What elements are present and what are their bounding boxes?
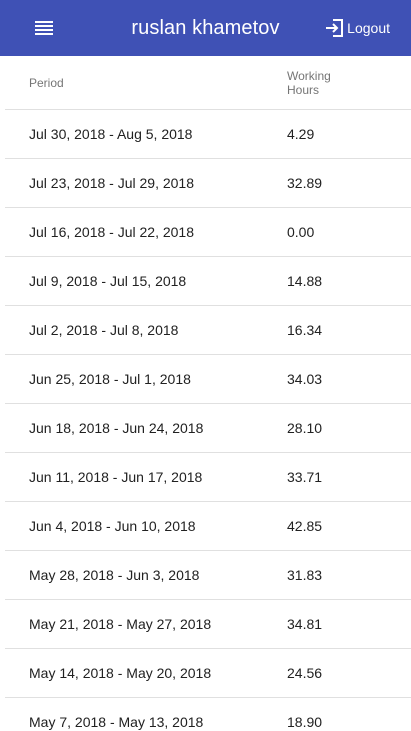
table-row[interactable]: Jul 16, 2018 - Jul 22, 2018 0.00 (5, 208, 411, 257)
working-hours-cell: 14.88 (287, 273, 323, 289)
table-header: Period Working Hours (5, 56, 411, 110)
period-cell: Jun 18, 2018 - Jun 24, 2018 (29, 420, 204, 436)
table-row[interactable]: May 28, 2018 - Jun 3, 2018 31.83 (5, 551, 411, 600)
working-hours-cell: 16.34 (287, 322, 323, 338)
period-cell: Jun 4, 2018 - Jun 10, 2018 (29, 518, 196, 534)
period-cell: May 14, 2018 - May 20, 2018 (29, 665, 212, 681)
working-hours-cell: 33.71 (287, 469, 323, 485)
working-hours-column-header: Working Hours (287, 69, 347, 97)
working-hours-cell: 31.83 (287, 567, 323, 583)
working-hours-cell: 4.29 (287, 126, 315, 142)
table-row[interactable]: May 7, 2018 - May 13, 2018 18.90 (5, 698, 411, 731)
table-row[interactable]: Jun 25, 2018 - Jul 1, 2018 34.03 (5, 355, 411, 404)
period-cell: Jul 16, 2018 - Jul 22, 2018 (29, 224, 195, 240)
menu-icon (35, 21, 53, 35)
period-cell: Jul 9, 2018 - Jul 15, 2018 (29, 273, 187, 289)
table-row[interactable]: May 21, 2018 - May 27, 2018 34.81 (5, 600, 411, 649)
menu-button[interactable] (28, 16, 60, 40)
app-bar: ruslan khametov Logout (0, 0, 411, 56)
period-cell: Jul 30, 2018 - Aug 5, 2018 (29, 126, 193, 142)
working-hours-header-line1: Working (287, 68, 331, 83)
working-hours-cell: 28.10 (287, 420, 323, 436)
period-cell: Jun 25, 2018 - Jul 1, 2018 (29, 371, 191, 387)
working-hours-table: Period Working Hours Jul 30, 2018 - Aug … (5, 56, 411, 731)
logout-button[interactable]: Logout (324, 14, 390, 42)
working-hours-cell: 32.89 (287, 175, 323, 191)
table-row[interactable]: Jul 23, 2018 - Jul 29, 2018 32.89 (5, 159, 411, 208)
table-row[interactable]: Jun 18, 2018 - Jun 24, 2018 28.10 (5, 404, 411, 453)
period-cell: May 28, 2018 - Jun 3, 2018 (29, 567, 200, 583)
working-hours-cell: 18.90 (287, 714, 323, 730)
working-hours-cell: 42.85 (287, 518, 323, 534)
period-cell: Jul 2, 2018 - Jul 8, 2018 (29, 322, 179, 338)
period-cell: Jun 11, 2018 - Jun 17, 2018 (29, 469, 203, 485)
period-cell: Jul 23, 2018 - Jul 29, 2018 (29, 175, 195, 191)
period-cell: May 7, 2018 - May 13, 2018 (29, 714, 204, 730)
table-row[interactable]: May 14, 2018 - May 20, 2018 24.56 (5, 649, 411, 698)
table-body: Jul 30, 2018 - Aug 5, 2018 4.29 Jul 23, 20… (5, 110, 411, 731)
logout-label: Logout (347, 20, 390, 36)
logout-icon (326, 19, 344, 37)
table-row[interactable]: Jul 9, 2018 - Jul 15, 2018 14.88 (5, 257, 411, 306)
working-hours-cell: 34.03 (287, 371, 323, 387)
table-row[interactable]: Jun 11, 2018 - Jun 17, 2018 33.71 (5, 453, 411, 502)
working-hours-header-line2: Hours (287, 82, 320, 97)
working-hours-cell: 24.56 (287, 665, 323, 681)
table-row[interactable]: Jun 4, 2018 - Jun 10, 2018 42.85 (5, 502, 411, 551)
working-hours-cell: 0.00 (287, 224, 315, 240)
table-row[interactable]: Jul 2, 2018 - Jul 8, 2018 16.34 (5, 306, 411, 355)
period-cell: May 21, 2018 - May 27, 2018 (29, 616, 212, 632)
period-column-header: Period (29, 75, 64, 90)
table-row[interactable]: Jul 30, 2018 - Aug 5, 2018 4.29 (5, 110, 411, 159)
working-hours-cell: 34.81 (287, 616, 323, 632)
